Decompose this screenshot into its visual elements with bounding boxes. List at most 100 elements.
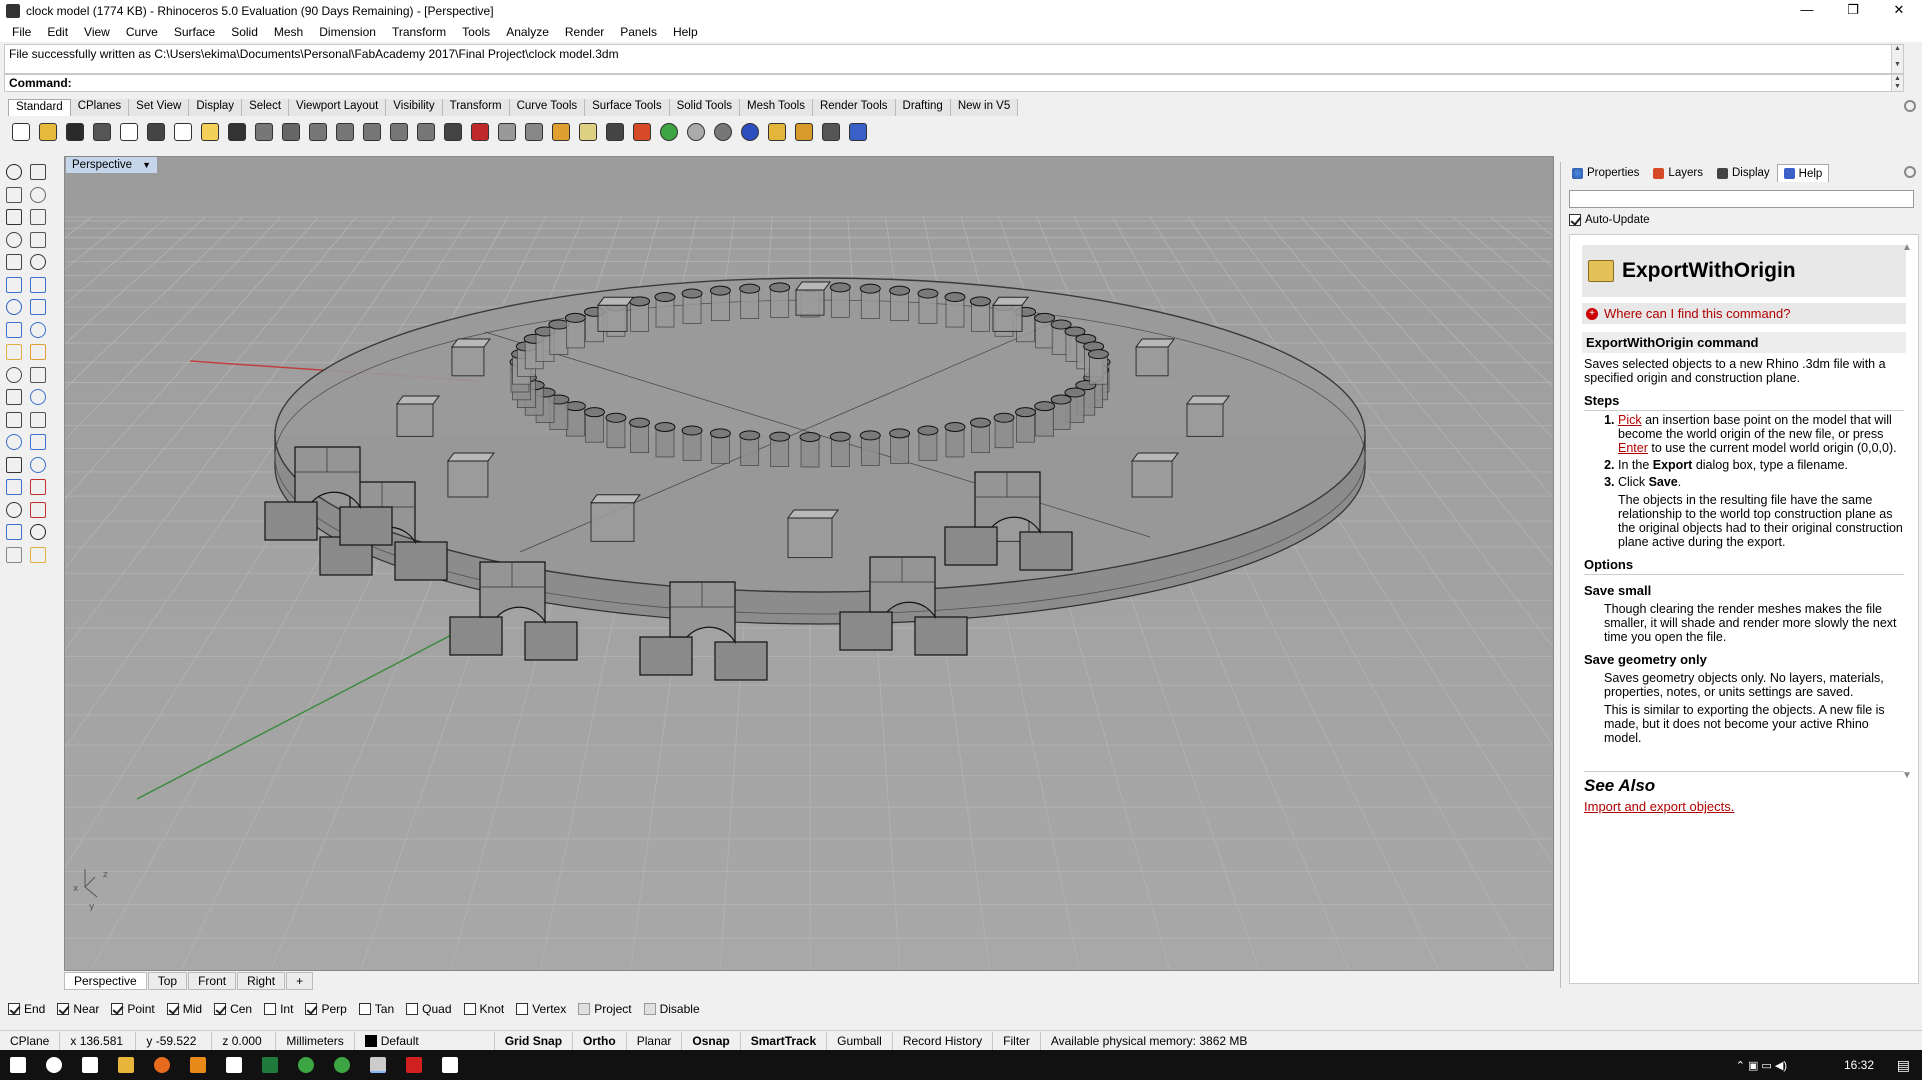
viewport-tab-perspective[interactable]: Perspective: [64, 972, 147, 990]
sphere-tool[interactable]: [26, 295, 50, 319]
cplane-indicator[interactable]: CPlane: [0, 1031, 61, 1050]
osnap-knot[interactable]: Knot: [463, 1002, 504, 1016]
minimize-button[interactable]: —: [1784, 0, 1830, 22]
polygon-tool[interactable]: [2, 250, 26, 274]
osnap-int-checkbox[interactable]: [264, 1003, 277, 1015]
menu-panels[interactable]: Panels: [612, 25, 665, 39]
undo-view-button[interactable]: [413, 120, 439, 144]
help-button[interactable]: [845, 120, 871, 144]
import-export-link[interactable]: Import and export objects.: [1584, 799, 1734, 814]
zoom-extents-button[interactable]: [359, 120, 385, 144]
osnap-mid-checkbox[interactable]: [166, 1003, 179, 1015]
osnap-perp-checkbox[interactable]: [305, 1003, 318, 1015]
auto-update-checkbox[interactable]: [1569, 214, 1581, 226]
firefox-icon[interactable]: [144, 1050, 180, 1080]
menu-surface[interactable]: Surface: [166, 25, 223, 39]
print-button[interactable]: [89, 120, 115, 144]
zoom-window-button[interactable]: [332, 120, 358, 144]
panel-tab-display[interactable]: Display: [1710, 164, 1777, 182]
osnap-knot-checkbox[interactable]: [463, 1003, 476, 1015]
grid-snap-toggle[interactable]: Grid Snap: [495, 1031, 574, 1050]
split-tool[interactable]: [26, 408, 50, 432]
surface-tool[interactable]: [26, 273, 50, 297]
menu-render[interactable]: Render: [557, 25, 612, 39]
notifications-icon[interactable]: ▤: [1897, 1057, 1910, 1074]
osnap-point[interactable]: Point: [111, 1002, 155, 1016]
maximize-button[interactable]: ❐: [1830, 0, 1876, 22]
chevron-down-icon[interactable]: ▼: [142, 160, 151, 170]
ortho-toggle[interactable]: Ortho: [573, 1031, 627, 1050]
gumball-toggle[interactable]: Gumball: [827, 1031, 893, 1050]
wand-button[interactable]: [764, 120, 790, 144]
layer-indicator[interactable]: Default: [355, 1031, 495, 1050]
menu-view[interactable]: View: [76, 25, 118, 39]
panel-tab-layers[interactable]: Layers: [1646, 164, 1710, 182]
cylinder-tool[interactable]: [2, 318, 26, 342]
osnap-int[interactable]: Int: [264, 1002, 293, 1016]
record-history-toggle[interactable]: Record History: [893, 1031, 994, 1050]
command-scrollbar[interactable]: ▲ ▼: [1891, 75, 1903, 91]
osnap-project-checkbox[interactable]: [578, 1003, 591, 1015]
history-tool[interactable]: [26, 498, 50, 522]
auto-update-option[interactable]: Auto-Update: [1569, 214, 1650, 226]
osnap-vertex[interactable]: Vertex: [516, 1002, 566, 1016]
tab-viewport-layout[interactable]: Viewport Layout: [289, 99, 387, 116]
control-point-curve-tool[interactable]: [26, 183, 50, 207]
rhino-icon[interactable]: [360, 1050, 396, 1080]
osnap-tan-checkbox[interactable]: [358, 1003, 371, 1015]
panel-tab-help[interactable]: Help: [1776, 164, 1830, 182]
rotate-view-button[interactable]: [278, 120, 304, 144]
group-tool[interactable]: [26, 385, 50, 409]
where-to-find-link[interactable]: + Where can I find this command?: [1582, 303, 1906, 324]
boolean-union-tool[interactable]: [2, 340, 26, 364]
osnap-quad-checkbox[interactable]: [406, 1003, 419, 1015]
settings-icon[interactable]: [432, 1050, 468, 1080]
tab-drafting[interactable]: Drafting: [895, 99, 951, 116]
menu-curve[interactable]: Curve: [118, 25, 166, 39]
menu-transform[interactable]: Transform: [384, 25, 454, 39]
lock-button[interactable]: [521, 120, 547, 144]
block-tool[interactable]: [26, 475, 50, 499]
osnap-mid[interactable]: Mid: [166, 1002, 202, 1016]
sphere-button[interactable]: [683, 120, 709, 144]
osnap-tan[interactable]: Tan: [358, 1002, 394, 1016]
help-scrollbar[interactable]: ▲ ▼: [1902, 242, 1916, 962]
history-scrollbar[interactable]: ▲ ▼: [1891, 45, 1903, 73]
copy-button[interactable]: [170, 120, 196, 144]
units-indicator[interactable]: Millimeters: [276, 1031, 355, 1050]
viewport-tab-top[interactable]: Top: [147, 972, 188, 990]
add-viewport-tab-icon[interactable]: +: [286, 972, 314, 990]
import-button[interactable]: [116, 120, 142, 144]
menu-dimension[interactable]: Dimension: [311, 25, 384, 39]
explode-tool[interactable]: [2, 385, 26, 409]
chrome-alt-icon[interactable]: [324, 1050, 360, 1080]
enter-link[interactable]: Enter: [1618, 441, 1648, 455]
tab-mesh-tools[interactable]: Mesh Tools: [740, 99, 813, 116]
gears-button[interactable]: [791, 120, 817, 144]
open-button[interactable]: [35, 120, 61, 144]
render-tool[interactable]: [2, 543, 26, 567]
mail-icon[interactable]: [216, 1050, 252, 1080]
taskbar-clock[interactable]: 16:32: [1844, 1058, 1874, 1072]
viewport-tab-right[interactable]: Right: [237, 972, 286, 990]
save-button[interactable]: [62, 120, 88, 144]
tab-select[interactable]: Select: [242, 99, 290, 116]
osnap-cen[interactable]: Cen: [214, 1002, 252, 1016]
viewport-tab-front[interactable]: Front: [188, 972, 237, 990]
file-explorer-icon[interactable]: [108, 1050, 144, 1080]
planar-toggle[interactable]: Planar: [627, 1031, 683, 1050]
light-tool[interactable]: [26, 543, 50, 567]
osnap-disable[interactable]: Disable: [643, 1002, 700, 1016]
blue-sphere-button[interactable]: [737, 120, 763, 144]
gear-icon[interactable]: [1904, 100, 1916, 112]
menu-edit[interactable]: Edit: [39, 25, 76, 39]
help-search-input[interactable]: [1569, 190, 1914, 208]
tab-curve-tools[interactable]: Curve Tools: [509, 99, 586, 116]
light-button[interactable]: [575, 120, 601, 144]
osnap-quad[interactable]: Quad: [406, 1002, 452, 1016]
osnap-near[interactable]: Near: [57, 1002, 99, 1016]
vlc-icon[interactable]: [180, 1050, 216, 1080]
pick-link[interactable]: Pick: [1618, 413, 1642, 427]
tab-set-view[interactable]: Set View: [129, 99, 190, 116]
osnap-near-checkbox[interactable]: [57, 1003, 70, 1015]
